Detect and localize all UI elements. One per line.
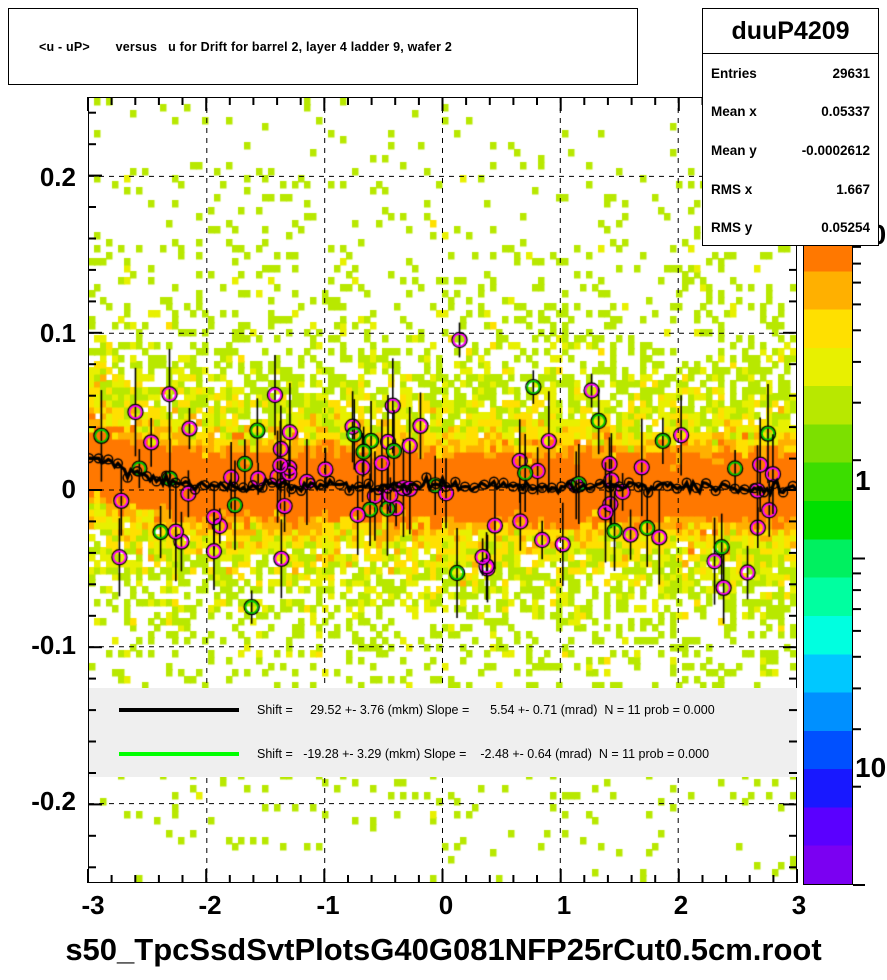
stat-key: RMS x <box>711 181 753 197</box>
stat-row: Mean x 0.05337 <box>703 93 878 132</box>
stat-key: Mean x <box>711 104 757 120</box>
legend-line-swatch <box>119 708 239 712</box>
legend-label: Shift = 29.52 +- 3.76 (mkm) Slope = 5.54… <box>257 703 715 717</box>
stat-key: Mean y <box>711 142 757 158</box>
stat-row: RMS y 0.05254 <box>703 208 878 247</box>
stat-key: Entries <box>711 65 757 81</box>
source-filename: s50_TpcSsdSvtPlotsG40G081NFP25rCut0.5cm.… <box>65 932 822 967</box>
palette-tick-marks <box>853 232 865 886</box>
x-tick-label: 1 <box>556 890 572 920</box>
y-tick-label: -0.1 <box>31 630 76 660</box>
stat-row: Mean y -0.0002612 <box>703 131 878 170</box>
x-tick-label: 3 <box>791 890 807 920</box>
legend-label: Shift = -19.28 +- 3.29 (mkm) Slope = -2.… <box>257 747 710 761</box>
y-tick-label: 0 <box>61 474 76 504</box>
x-tick-label: -1 <box>316 890 340 920</box>
x-tick-label: 2 <box>673 890 689 920</box>
y-tick-label: 0.1 <box>39 318 76 348</box>
y-tick-label: 0.2 <box>39 162 76 192</box>
stat-value: -0.0002612 <box>801 142 870 158</box>
x-tick-label: -3 <box>81 890 105 920</box>
y-tick-label: -0.2 <box>31 786 76 816</box>
page-title: <u - uP> versus u for Drift for barrel 2… <box>39 39 453 54</box>
stat-value: 1.667 <box>836 181 870 197</box>
title-box: <u - uP> versus u for Drift for barrel 2… <box>8 8 638 85</box>
statistics-box: duuP4209 Entries 29631 Mean x 0.05337 Me… <box>702 8 879 246</box>
stat-row: RMS x 1.667 <box>703 170 878 209</box>
x-tick-label: -2 <box>198 890 222 920</box>
stat-value: 29631 <box>832 65 870 81</box>
legend-row: Shift = 29.52 +- 3.76 (mkm) Slope = 5.54… <box>89 688 797 732</box>
fit-legend: Shift = 29.52 +- 3.76 (mkm) Slope = 5.54… <box>89 688 797 777</box>
stat-value: 0.05254 <box>821 220 870 236</box>
stat-value: 0.05337 <box>821 104 870 120</box>
stat-row: Entries 29631 <box>703 54 878 93</box>
histogram-name: duuP4209 <box>703 9 878 54</box>
stat-key: RMS y <box>711 220 753 236</box>
legend-line-swatch <box>119 752 239 756</box>
legend-row: Shift = -19.28 +- 3.29 (mkm) Slope = -2.… <box>89 732 797 776</box>
x-tick-label: 0 <box>438 890 454 920</box>
